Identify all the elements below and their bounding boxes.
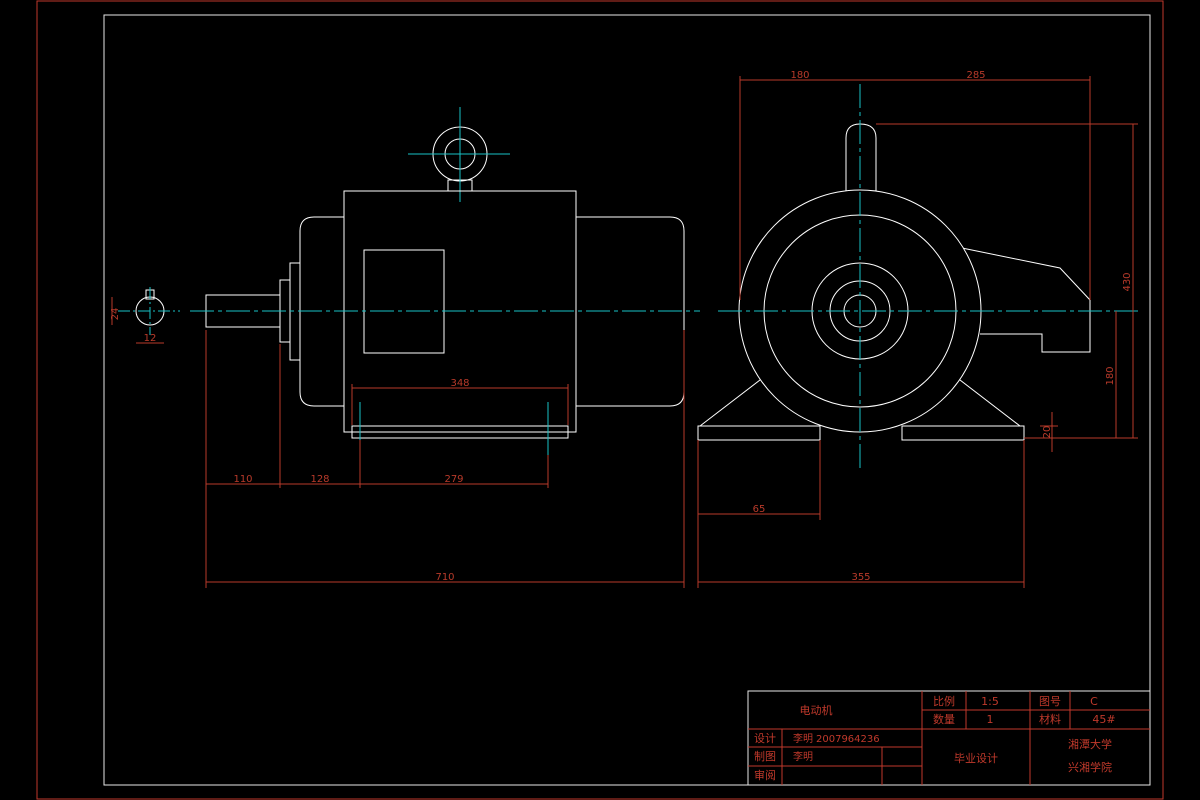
dim-355: 355 bbox=[851, 572, 870, 583]
shaft-dim-12: 12 bbox=[144, 333, 157, 344]
cad-drawing-sheet: 24 12 348 110 128 279 710 180 285 430 18… bbox=[36, 0, 1164, 800]
dim-710: 710 bbox=[435, 572, 454, 583]
scale-value: 1:5 bbox=[981, 695, 999, 708]
drawing-name: 电动机 bbox=[800, 703, 833, 717]
inner-frame bbox=[103, 14, 1151, 786]
scale-label: 比例 bbox=[933, 694, 955, 708]
dim-65: 65 bbox=[753, 504, 766, 515]
dim-20: 20 bbox=[1042, 426, 1053, 439]
drawing-label: 制图 bbox=[754, 750, 776, 763]
quantity-value: 1 bbox=[987, 713, 994, 726]
dim-348: 348 bbox=[450, 378, 469, 389]
project-name: 毕业设计 bbox=[954, 752, 998, 765]
dim-128: 128 bbox=[310, 474, 329, 485]
motor-front-view bbox=[190, 107, 700, 455]
student-id: 2007964236 bbox=[816, 734, 880, 745]
drawing-no-value: C bbox=[1090, 695, 1098, 708]
dim-180-top: 180 bbox=[790, 70, 809, 81]
review-label: 审阅 bbox=[754, 768, 776, 782]
dim-180-vertical: 180 bbox=[1105, 366, 1116, 385]
college-name: 兴湘学院 bbox=[1068, 760, 1112, 774]
material-value: 45# bbox=[1092, 713, 1115, 726]
dim-430: 430 bbox=[1122, 272, 1133, 291]
shaft-section-view: 24 12 bbox=[110, 287, 180, 344]
title-block: 电动机 比例 1:5 图号 C 数量 1 材料 45# 设计 李明 200796… bbox=[747, 690, 1151, 786]
dim-285: 285 bbox=[966, 70, 985, 81]
university-name: 湘潭大学 bbox=[1068, 737, 1112, 751]
quantity-label: 数量 bbox=[933, 713, 955, 726]
dim-110: 110 bbox=[233, 474, 252, 485]
drawer-name: 李明 bbox=[793, 750, 813, 763]
front-view-dimensions: 348 110 128 279 710 bbox=[205, 330, 685, 588]
design-label: 设计 bbox=[754, 732, 776, 745]
drawing-no-label: 图号 bbox=[1039, 695, 1061, 708]
shaft-dim-24: 24 bbox=[110, 308, 121, 321]
material-label: 材料 bbox=[1039, 712, 1061, 726]
designer-name: 李明 bbox=[793, 732, 813, 745]
motor-side-view bbox=[697, 84, 1138, 470]
dim-279: 279 bbox=[444, 474, 463, 485]
